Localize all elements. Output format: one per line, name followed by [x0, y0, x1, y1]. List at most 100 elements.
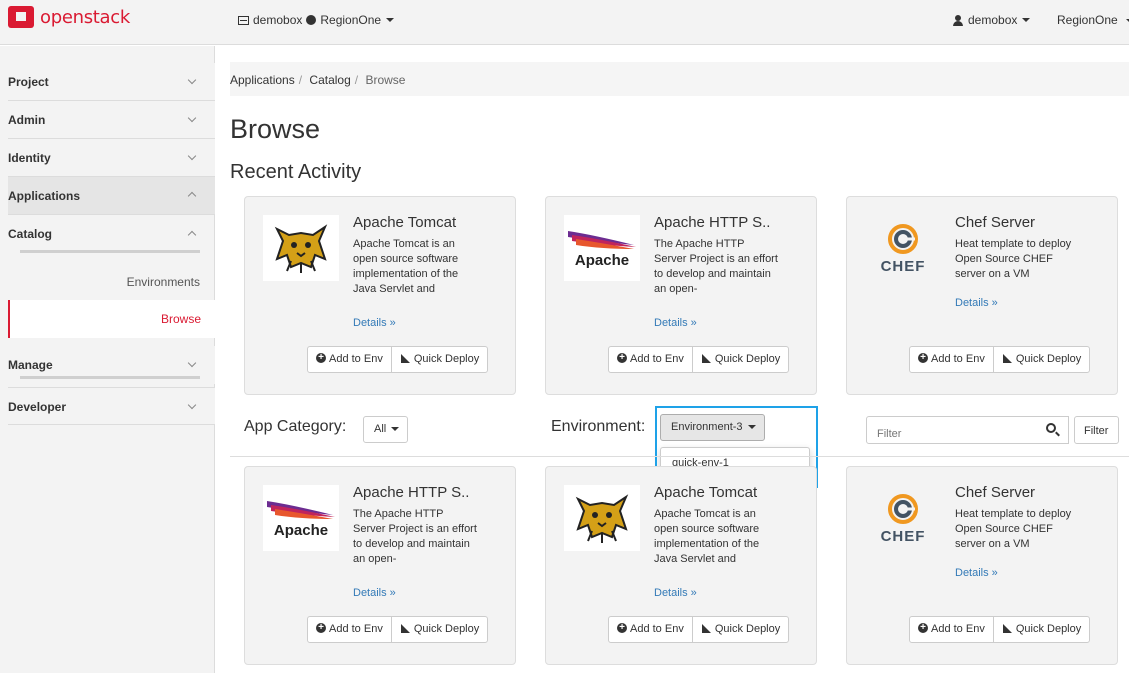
plus-circle-icon: +: [617, 353, 627, 363]
button-label: Quick Deploy: [1015, 623, 1082, 635]
tomcat-logo: [564, 485, 640, 551]
add-to-env-button[interactable]: + Add to Env: [910, 347, 993, 372]
recent-card-apache: Apache HTTP S.. The Apache HTTP Server P…: [545, 196, 817, 395]
details-link[interactable]: Details »: [955, 567, 998, 579]
sidebar-divider: [20, 376, 200, 379]
card-actions: + Add to Env Quick Deploy: [909, 346, 1091, 373]
user-menu[interactable]: demobox: [953, 13, 1031, 27]
project-context-dropdown[interactable]: demobox RegionOne: [238, 13, 395, 27]
add-to-env-button[interactable]: + Add to Env: [609, 347, 692, 372]
sidebar-section-label: Identity: [8, 151, 51, 165]
add-to-env-button[interactable]: + Add to Env: [308, 617, 391, 642]
chevron-down-icon: [187, 113, 197, 124]
card-actions: + Add to Env Quick Deploy: [909, 616, 1091, 643]
card-title: Apache Tomcat: [654, 484, 758, 501]
page-title: Browse: [230, 114, 321, 144]
card-title: Apache HTTP S..: [353, 484, 470, 501]
plus-circle-icon: +: [918, 353, 928, 363]
quick-deploy-button[interactable]: Quick Deploy: [992, 617, 1089, 642]
breadcrumb-catalog[interactable]: Catalog: [309, 73, 350, 87]
region-menu[interactable]: RegionOne: [1057, 13, 1129, 27]
plus-circle-icon: +: [617, 623, 627, 633]
sidebar-section-project[interactable]: Project: [8, 63, 215, 101]
sidebar-item-label: Catalog: [8, 227, 53, 241]
section-divider: [230, 456, 1129, 457]
button-label: Add to Env: [329, 623, 383, 635]
card-title: Chef Server: [955, 484, 1036, 501]
sidebar-section-label: Admin: [8, 113, 46, 127]
environment-label: Environment:: [551, 418, 646, 435]
button-label: Add to Env: [630, 623, 684, 635]
rocket-icon: [400, 623, 411, 634]
rocket-icon: [1002, 623, 1013, 634]
details-link[interactable]: Details »: [955, 297, 998, 309]
breadcrumb-applications[interactable]: Applications: [230, 73, 295, 87]
button-label: Add to Env: [931, 353, 985, 365]
rocket-icon: [701, 353, 712, 364]
sidebar-item-environments[interactable]: Environments: [127, 275, 200, 289]
brand-name: openstack: [40, 6, 131, 28]
card-description: Apache Tomcat is an open source software…: [353, 238, 459, 295]
button-label: Quick Deploy: [714, 623, 781, 635]
sidebar-item-catalog[interactable]: Catalog: [8, 215, 215, 255]
quick-deploy-button[interactable]: Quick Deploy: [691, 347, 788, 372]
plus-circle-icon: +: [316, 353, 326, 363]
caret-down-icon: [391, 427, 400, 432]
card-title: Chef Server: [955, 214, 1036, 231]
details-link[interactable]: Details »: [654, 587, 697, 599]
quick-deploy-button[interactable]: Quick Deploy: [992, 347, 1089, 372]
region-name: RegionOne: [1057, 13, 1118, 27]
recent-card-tomcat: Apache Tomcat Apache Tomcat is an open s…: [244, 196, 516, 395]
caret-down-icon: [747, 425, 756, 430]
card-actions: + Add to Env Quick Deploy: [307, 346, 489, 373]
sidebar-item-browse[interactable]: Browse: [8, 300, 215, 338]
quick-deploy-button[interactable]: Quick Deploy: [390, 617, 487, 642]
filter-input[interactable]: [866, 416, 1069, 444]
quick-deploy-button[interactable]: Quick Deploy: [691, 617, 788, 642]
card-actions: + Add to Env Quick Deploy: [608, 616, 790, 643]
user-name: demobox: [968, 13, 1018, 27]
chef-logo: [865, 215, 941, 281]
chef-logo: [865, 485, 941, 551]
sidebar-section-applications[interactable]: Applications: [8, 177, 215, 215]
search-icon[interactable]: [1046, 423, 1056, 433]
sidebar-section-developer[interactable]: Developer: [8, 387, 215, 425]
add-to-env-button[interactable]: + Add to Env: [910, 617, 993, 642]
details-link[interactable]: Details »: [353, 317, 396, 329]
app-category-dropdown[interactable]: All: [363, 416, 409, 443]
brand[interactable]: openstack: [8, 6, 130, 28]
card-title: Apache HTTP S..: [654, 214, 771, 231]
dropdown-value: Environment-3: [671, 421, 743, 433]
caret-down-icon: [1022, 18, 1031, 22]
recent-activity-title: Recent Activity: [230, 161, 362, 183]
chevron-up-icon: [187, 227, 197, 241]
details-link[interactable]: Details »: [654, 317, 697, 329]
sidebar-section-identity[interactable]: Identity: [8, 139, 215, 177]
tomcat-logo: [263, 215, 339, 281]
add-to-env-button[interactable]: + Add to Env: [308, 347, 391, 372]
filter-button[interactable]: Filter: [1074, 416, 1119, 444]
sidebar-section-admin[interactable]: Admin: [8, 101, 215, 139]
sidebar-section-label: Developer: [8, 400, 67, 414]
sidebar-section-label: Applications: [8, 189, 81, 203]
card-description: The Apache HTTP Server Project is an eff…: [353, 508, 477, 565]
environment-dropdown[interactable]: Environment-3: [660, 414, 765, 441]
sidebar-item-label: Browse: [160, 312, 201, 326]
quick-deploy-button[interactable]: Quick Deploy: [390, 347, 487, 372]
plus-circle-icon: +: [918, 623, 928, 633]
card-description: Apache Tomcat is an open source software…: [654, 508, 760, 565]
card-description: Heat template to deploy Open Source CHEF…: [955, 508, 1072, 550]
card-title: Apache Tomcat: [353, 214, 457, 231]
button-label: Quick Deploy: [1015, 353, 1082, 365]
add-to-env-button[interactable]: + Add to Env: [609, 617, 692, 642]
breadcrumb: Applications / Catalog / Browse: [230, 62, 1129, 96]
apache-logo: [564, 215, 640, 281]
details-link[interactable]: Details »: [353, 587, 396, 599]
button-label: Quick Deploy: [714, 353, 781, 365]
caret-down-icon: [386, 18, 395, 22]
card-description: The Apache HTTP Server Project is an eff…: [654, 238, 778, 295]
plus-circle-icon: +: [316, 623, 326, 633]
sidebar-divider: [20, 250, 200, 253]
rocket-icon: [400, 353, 411, 364]
catalog-card-chef: Chef Server Heat template to deploy Open…: [846, 466, 1118, 665]
